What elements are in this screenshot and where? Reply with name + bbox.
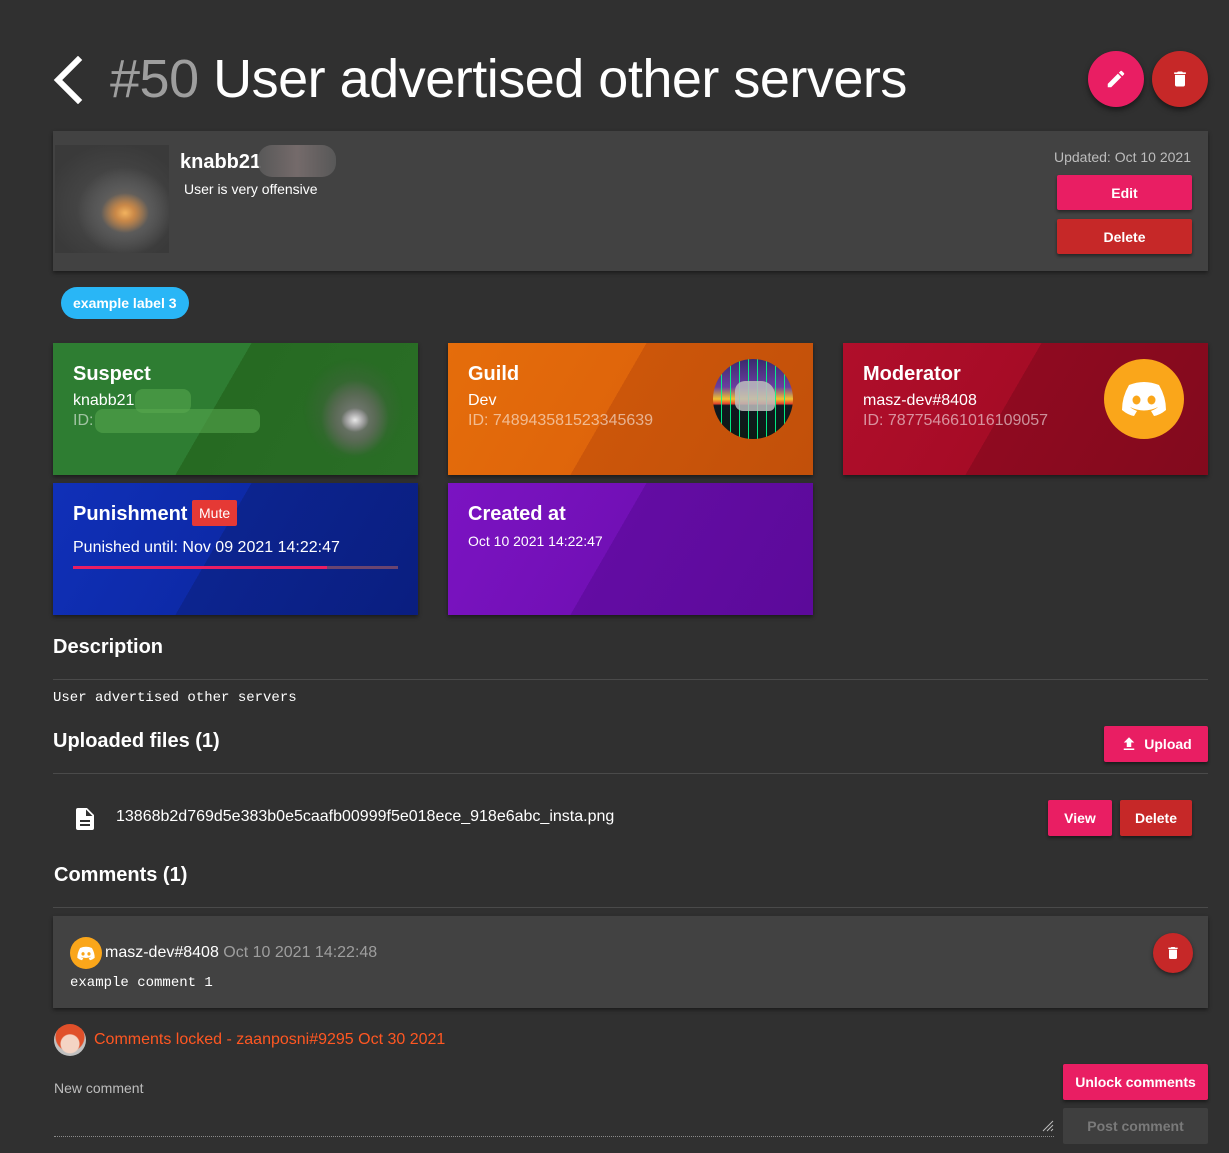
comment-item: masz-dev#8408 Oct 10 2021 14:22:48 examp…	[53, 916, 1208, 1008]
discord-icon	[70, 937, 102, 969]
suspect-id: ID:	[73, 412, 94, 429]
unlock-comments-button[interactable]: Unlock comments	[1063, 1064, 1208, 1100]
created-card: Created at Oct 10 2021 14:22:47	[448, 483, 813, 615]
divider	[53, 907, 1208, 908]
mute-badge: Mute	[192, 500, 238, 526]
edit-button[interactable]: Edit	[1057, 175, 1192, 210]
moderator-card: Moderator masz-dev#8408 ID: 787754661016…	[843, 343, 1208, 475]
description-heading: Description	[53, 636, 164, 658]
guild-card: Guild Dev ID: 748943581523345639	[448, 343, 813, 475]
comment-header: masz-dev#8408 Oct 10 2021 14:22:48	[105, 944, 377, 962]
punishment-card: Punishment Mute Punished until: Nov 09 2…	[53, 483, 418, 615]
user-avatar	[55, 145, 169, 253]
post-comment-button[interactable]: Post comment	[1063, 1108, 1208, 1144]
new-comment-label: New comment	[54, 1080, 144, 1096]
comments-locked-notice: Comments locked - zaanposni#9295 Oct 30 …	[94, 1031, 446, 1048]
file-icon	[76, 808, 94, 835]
created-date: Oct 10 2021 14:22:47	[468, 533, 603, 549]
case-number: #50	[110, 49, 199, 109]
comment-author: masz-dev#8408	[105, 944, 219, 961]
resize-handle-icon[interactable]	[1040, 1118, 1054, 1132]
suspect-title: Suspect	[73, 363, 151, 385]
blurred-id-overlay	[95, 409, 260, 433]
guild-name: Dev	[468, 392, 497, 409]
file-name[interactable]: 13868b2d769d5e383b0e5caafb00999f5e018ece…	[116, 808, 614, 826]
guild-id: ID: 748943581523345639	[468, 412, 654, 429]
upload-button[interactable]: Upload	[1104, 726, 1208, 762]
created-title: Created at	[468, 503, 566, 525]
comment-text: example comment 1	[70, 975, 213, 991]
delete-case-fab[interactable]	[1152, 51, 1208, 107]
upload-label: Upload	[1144, 736, 1192, 752]
discord-icon	[1104, 359, 1184, 439]
case-reason: User is very offensive	[184, 181, 318, 197]
case-label-chip[interactable]: example label 3	[61, 287, 189, 319]
moderator-id: ID: 787754661016109057	[863, 412, 1049, 429]
case-title: User advertised other servers	[213, 49, 907, 109]
punished-until: Punished until: Nov 09 2021 14:22:47	[73, 539, 340, 556]
files-heading: Uploaded files (1)	[53, 730, 220, 752]
updated-date: Updated: Oct 10 2021	[1054, 149, 1191, 165]
pencil-icon	[1107, 70, 1125, 88]
divider	[53, 679, 1208, 680]
suspect-avatar	[303, 358, 403, 458]
back-arrow-icon[interactable]	[50, 55, 86, 105]
guild-title: Guild	[468, 363, 520, 385]
punishment-title: Punishment	[73, 503, 188, 525]
page-title: #50 User advertised other servers	[110, 48, 907, 110]
description-text: User advertised other servers	[53, 690, 297, 706]
progress-fill	[73, 566, 327, 569]
punishment-progress-bar	[73, 566, 398, 569]
view-file-button[interactable]: View	[1048, 800, 1112, 836]
case-card: knabb21 User is very offensive Updated: …	[53, 131, 1208, 271]
divider	[53, 773, 1208, 774]
delete-comment-button[interactable]	[1153, 933, 1193, 973]
comments-heading: Comments (1)	[54, 864, 188, 886]
trash-icon	[1168, 947, 1178, 959]
comment-date: Oct 10 2021 14:22:48	[223, 944, 378, 961]
locker-avatar	[54, 1024, 86, 1056]
delete-file-button[interactable]: Delete	[1120, 800, 1192, 836]
suspect-name: knabb21	[73, 392, 135, 409]
upload-icon	[1124, 737, 1135, 750]
new-comment-input[interactable]	[54, 1100, 1054, 1137]
blurred-name-overlay	[258, 145, 336, 177]
trash-icon	[1174, 71, 1186, 87]
edit-case-fab[interactable]	[1088, 51, 1144, 107]
case-username: knabb21	[180, 151, 262, 173]
moderator-name: masz-dev#8408	[863, 392, 977, 409]
delete-button[interactable]: Delete	[1057, 219, 1192, 254]
moderator-title: Moderator	[863, 363, 961, 385]
suspect-card: Suspect knabb21 ID:	[53, 343, 418, 475]
guild-icon	[713, 359, 793, 439]
